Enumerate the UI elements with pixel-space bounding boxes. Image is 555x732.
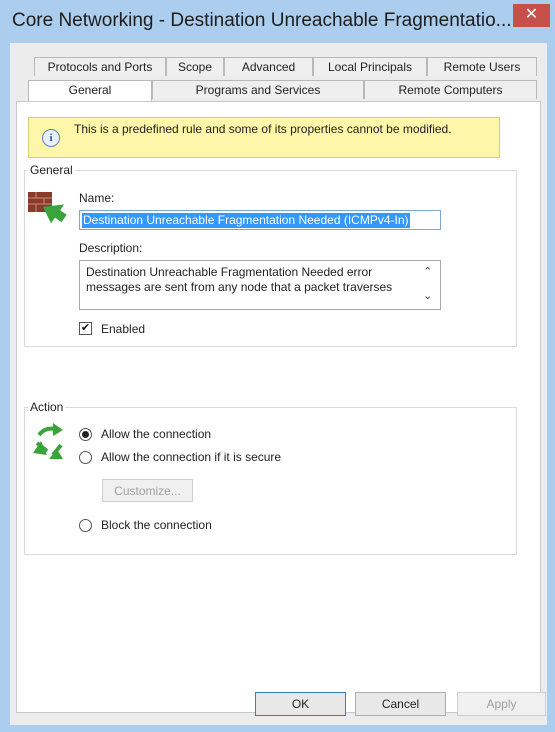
- tab-programs-and-services[interactable]: Programs and Services: [152, 80, 364, 99]
- close-icon: ✕: [524, 6, 539, 23]
- close-button[interactable]: ✕: [513, 4, 550, 27]
- scroll-down-icon[interactable]: ⌄: [423, 289, 432, 302]
- general-group-label: General: [28, 163, 75, 177]
- description-field[interactable]: Destination Unreachable Fragmentation Ne…: [79, 260, 441, 310]
- tab-protocols-and-ports[interactable]: Protocols and Ports: [34, 57, 166, 76]
- name-label: Name:: [79, 191, 115, 205]
- allow-if-secure-label: Allow the connection if it is secure: [101, 450, 282, 464]
- title-bar[interactable]: Core Networking - Destination Unreachabl…: [0, 0, 555, 42]
- firewall-rule-icon: [28, 192, 67, 224]
- block-connection-label: Block the connection: [101, 518, 212, 532]
- info-icon: i: [42, 129, 60, 147]
- tab-remote-users[interactable]: Remote Users: [427, 57, 537, 76]
- allow-arrows-icon: [33, 423, 63, 459]
- tab-advanced[interactable]: Advanced: [224, 57, 313, 76]
- name-field-value: Destination Unreachable Fragmentation Ne…: [82, 213, 410, 228]
- tab-general[interactable]: General: [28, 80, 152, 101]
- window-title: Core Networking - Destination Unreachabl…: [12, 10, 512, 31]
- customize-button[interactable]: Customize...: [102, 479, 193, 502]
- enabled-label: Enabled: [101, 322, 146, 336]
- dialog-window: Core Networking - Destination Unreachabl…: [0, 0, 555, 732]
- enabled-checkbox[interactable]: ✔: [79, 322, 92, 335]
- tab-local-principals[interactable]: Local Principals: [313, 57, 427, 76]
- info-banner: i This is a predefined rule and some of …: [28, 117, 500, 158]
- dialog-client: Protocols and Ports Scope Advanced Local…: [10, 43, 547, 725]
- allow-if-secure-radio[interactable]: [79, 451, 92, 464]
- block-connection-radio[interactable]: [79, 519, 92, 532]
- scroll-up-icon[interactable]: ⌃: [423, 265, 432, 278]
- info-text: This is a predefined rule and some of it…: [74, 122, 452, 136]
- tab-row-top: Protocols and Ports Scope Advanced Local…: [10, 57, 547, 77]
- tab-row-bottom: General Programs and Services Remote Com…: [10, 80, 547, 101]
- apply-button[interactable]: Apply: [457, 692, 546, 716]
- general-tab-panel: i This is a predefined rule and some of …: [16, 101, 541, 713]
- allow-connection-radio[interactable]: [79, 428, 92, 441]
- name-field[interactable]: Destination Unreachable Fragmentation Ne…: [79, 210, 441, 230]
- tab-scope[interactable]: Scope: [166, 57, 224, 76]
- description-text: Destination Unreachable Fragmentation Ne…: [86, 265, 393, 294]
- action-group: [24, 407, 517, 555]
- allow-connection-label: Allow the connection: [101, 427, 212, 441]
- description-label: Description:: [79, 241, 143, 255]
- check-icon: ✔: [80, 322, 91, 334]
- cancel-button[interactable]: Cancel: [355, 692, 446, 716]
- ok-button[interactable]: OK: [255, 692, 346, 716]
- tab-remote-computers[interactable]: Remote Computers: [364, 80, 537, 99]
- action-group-label: Action: [28, 400, 66, 414]
